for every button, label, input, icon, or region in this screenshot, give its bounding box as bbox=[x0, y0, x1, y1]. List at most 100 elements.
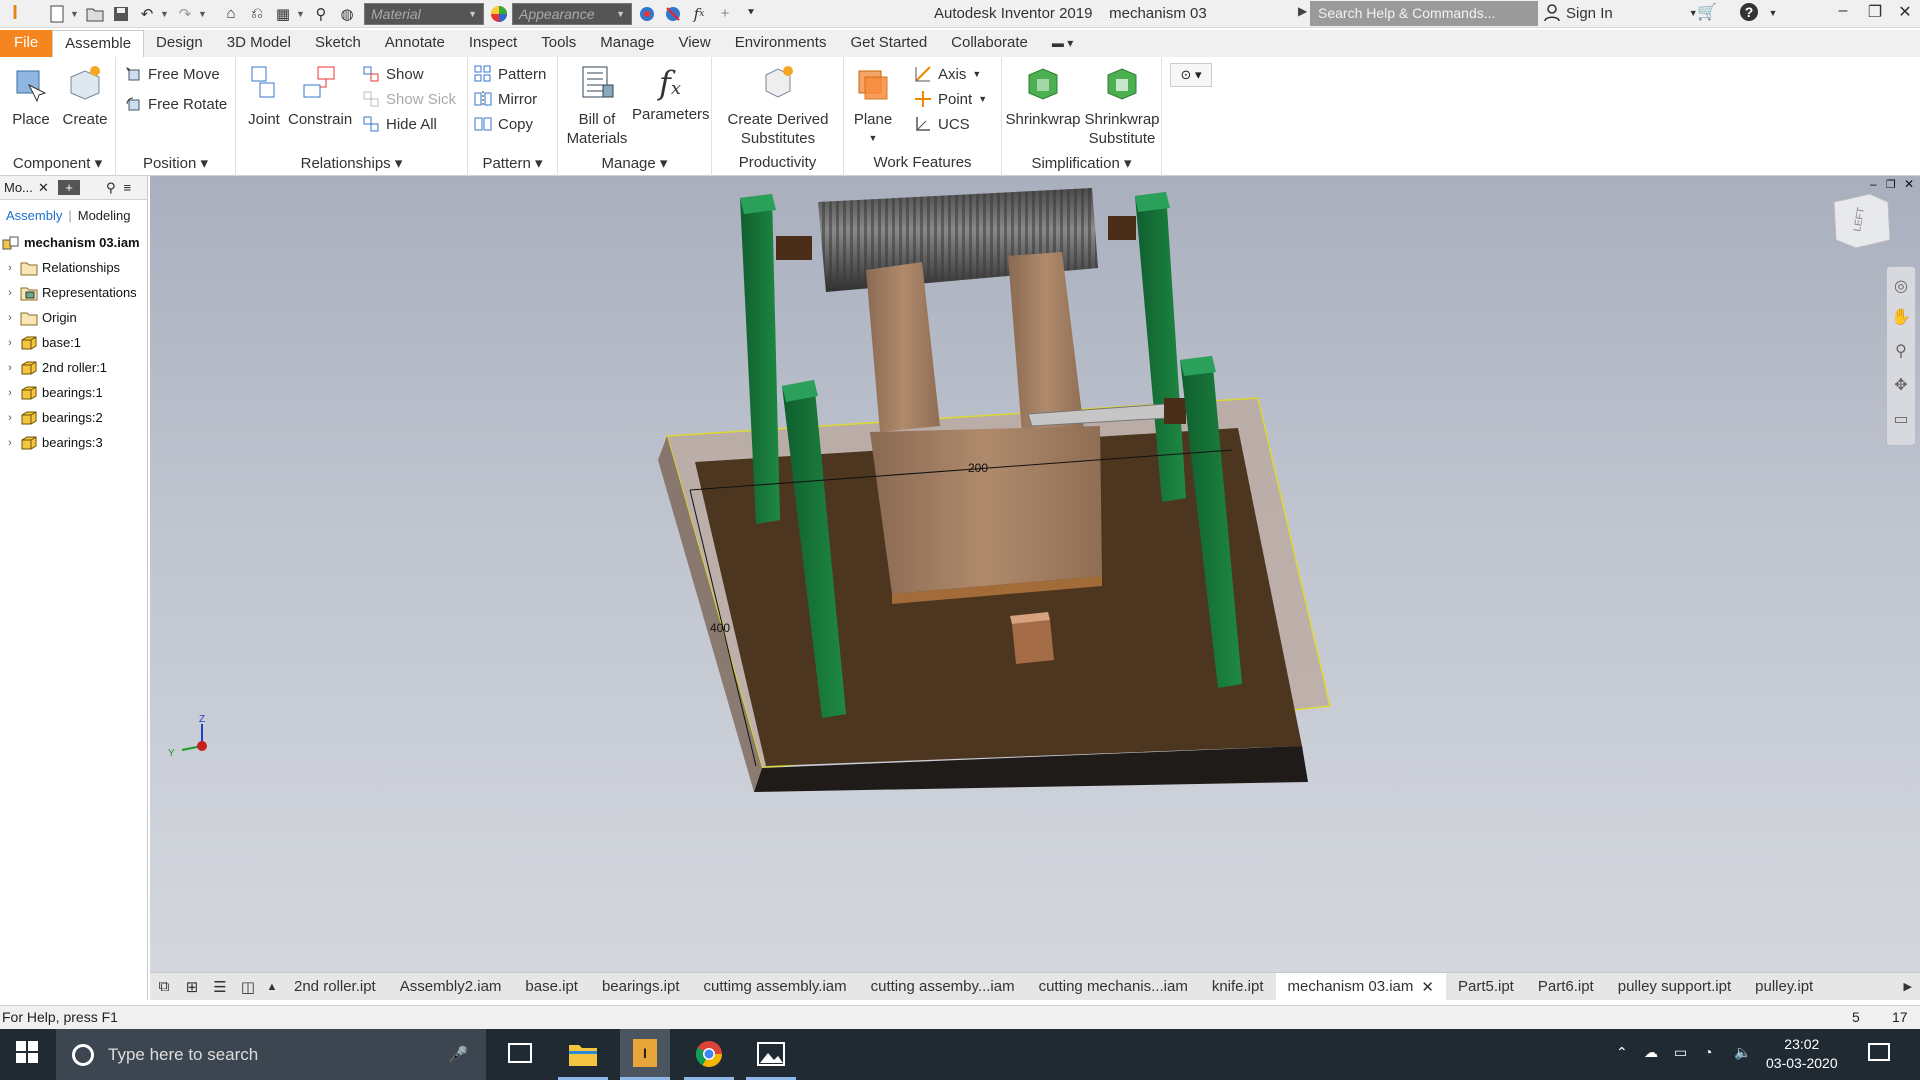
tree-item-origin[interactable]: › Origin bbox=[0, 305, 147, 330]
ribbon-display-toggle-icon[interactable]: ▬ ▾ bbox=[1040, 30, 1085, 57]
tile-icon[interactable]: ⊞ bbox=[178, 978, 206, 996]
bill-of-materials-button[interactable]: Bill of Materials bbox=[562, 63, 632, 148]
expand-icon[interactable]: › bbox=[4, 412, 16, 424]
tab-annotate[interactable]: Annotate bbox=[373, 30, 457, 57]
doc-tab[interactable]: pulley.ipt bbox=[1743, 973, 1825, 1001]
expand-icon[interactable]: › bbox=[4, 337, 16, 349]
tree-root[interactable]: mechanism 03.iam bbox=[0, 230, 147, 255]
task-view-icon[interactable] bbox=[508, 1043, 532, 1063]
file-explorer-icon[interactable] bbox=[558, 1029, 608, 1080]
minimize-icon[interactable]: – bbox=[1828, 2, 1858, 20]
tile-vertical-icon[interactable]: ◫ bbox=[234, 978, 262, 996]
chrome-icon[interactable] bbox=[684, 1029, 734, 1080]
tab-file[interactable]: File bbox=[0, 30, 53, 57]
inventor-logo-icon[interactable]: I bbox=[4, 2, 26, 24]
viewport-close-icon[interactable]: ✕ bbox=[1904, 177, 1914, 191]
create-button[interactable]: Create bbox=[60, 63, 110, 129]
start-icon[interactable] bbox=[16, 1041, 38, 1066]
color-icon[interactable] bbox=[488, 4, 510, 24]
bearing-left[interactable] bbox=[776, 236, 812, 260]
tab-collaborate[interactable]: Collaborate bbox=[939, 30, 1040, 57]
doc-tab[interactable]: bearings.ipt bbox=[590, 973, 692, 1001]
model-canvas[interactable]: 200 400 Z Y LEFT – ❐ ✕ bbox=[150, 176, 1920, 972]
show-sick-button[interactable]: Show Sick bbox=[362, 87, 456, 111]
tab-design[interactable]: Design bbox=[144, 30, 215, 57]
graphics-viewport[interactable]: 200 400 Z Y LEFT – ❐ ✕ ◎ ✋ ⚲ ✥ ▭ bbox=[150, 176, 1920, 972]
doc-tab[interactable]: 2nd roller.ipt bbox=[282, 973, 388, 1001]
joint-button[interactable]: Joint bbox=[242, 63, 286, 129]
wifi-icon[interactable]: ◔ bbox=[1704, 1044, 1712, 1060]
doc-tab[interactable]: cutting assemby...iam bbox=[859, 973, 1027, 1001]
tree-item-representations[interactable]: › Representations bbox=[0, 280, 147, 305]
expand-icon[interactable]: › bbox=[4, 312, 16, 324]
tab-view[interactable]: View bbox=[666, 30, 722, 57]
shrinkwrap-button[interactable]: Shrinkwrap bbox=[1004, 63, 1082, 129]
constrain-button[interactable]: Constrain bbox=[288, 63, 352, 129]
orbit-icon[interactable]: ✥ bbox=[1887, 369, 1915, 403]
shrinkwrap-substitute-button[interactable]: Shrinkwrap Substitute bbox=[1082, 63, 1162, 148]
viewport-restore-icon[interactable]: ❐ bbox=[1886, 179, 1896, 191]
axis-button[interactable]: Axis ▼ bbox=[914, 62, 981, 86]
taskbar-search[interactable]: Type here to search 🎤 bbox=[56, 1029, 486, 1080]
expand-icon[interactable]: › bbox=[4, 287, 16, 299]
update-icon[interactable]: ◍ bbox=[336, 4, 358, 24]
relationships-panel-title[interactable]: Relationships ▾ bbox=[236, 154, 467, 176]
tree-item-bearings-3[interactable]: › bearings:3 bbox=[0, 430, 147, 455]
tab-manage[interactable]: Manage bbox=[588, 30, 666, 57]
customize-icon[interactable]: ⯆ bbox=[740, 4, 762, 24]
restore-icon[interactable]: ❐ bbox=[1860, 2, 1890, 22]
tab-get-started[interactable]: Get Started bbox=[838, 30, 939, 57]
volume-icon[interactable]: 🔈 bbox=[1734, 1044, 1751, 1061]
show-button[interactable]: Show bbox=[362, 62, 424, 86]
save-icon[interactable] bbox=[110, 4, 132, 24]
cascade-icon[interactable]: ⧉ bbox=[150, 978, 178, 995]
pattern-panel-title[interactable]: Pattern ▾ bbox=[468, 154, 557, 176]
fx-icon[interactable]: fx bbox=[688, 4, 710, 24]
pattern-button[interactable]: Pattern bbox=[474, 62, 546, 86]
browser-search-icon[interactable]: ⚲ bbox=[106, 180, 116, 196]
sign-in-button[interactable]: Sign In ▼ bbox=[1544, 4, 1698, 22]
browser-tab-modeling[interactable]: Modeling bbox=[78, 208, 131, 223]
battery-icon[interactable]: ▭ bbox=[1674, 1044, 1687, 1061]
manage-panel-title[interactable]: Manage ▾ bbox=[558, 154, 711, 176]
tab-inspect[interactable]: Inspect bbox=[457, 30, 529, 57]
tabs-scroll-right-icon[interactable]: ▶ bbox=[1904, 980, 1920, 993]
home-icon[interactable]: ⌂ bbox=[220, 4, 242, 24]
tree-item-bearings-2[interactable]: › bearings:2 bbox=[0, 405, 147, 430]
undo-icon[interactable]: ↶ bbox=[136, 4, 158, 24]
show-hidden-icons[interactable]: ⌃ bbox=[1616, 1044, 1628, 1061]
browser-close-icon[interactable]: ✕ bbox=[38, 180, 54, 196]
doc-tab[interactable]: knife.ipt bbox=[1200, 973, 1276, 1001]
photos-icon[interactable] bbox=[746, 1029, 796, 1080]
simplification-panel-title[interactable]: Simplification ▾ bbox=[1002, 154, 1161, 176]
clock[interactable]: 23:02 03-03-2020 bbox=[1766, 1035, 1838, 1073]
adjust-appearance-icon[interactable] bbox=[636, 4, 658, 24]
pan-icon[interactable]: ✋ bbox=[1887, 301, 1915, 335]
expand-icon[interactable]: › bbox=[4, 387, 16, 399]
doc-tab-close-icon[interactable]: ✕ bbox=[1421, 978, 1434, 996]
appearance-select[interactable]: Appearance ▼ bbox=[512, 2, 632, 25]
free-rotate-button[interactable]: Free Rotate bbox=[124, 92, 227, 116]
roller[interactable] bbox=[776, 188, 1136, 292]
parameters-button[interactable]: fx Parameters bbox=[632, 63, 710, 124]
expand-icon[interactable]: › bbox=[4, 362, 16, 374]
open-icon[interactable] bbox=[84, 4, 106, 24]
tree-item-relationships[interactable]: › Relationships bbox=[0, 255, 147, 280]
doc-tab[interactable]: Part6.ipt bbox=[1526, 973, 1606, 1001]
redo-dropdown-icon[interactable]: ▼ bbox=[198, 9, 208, 19]
tab-3d-model[interactable]: 3D Model bbox=[215, 30, 303, 57]
cart-icon[interactable]: 🛒 bbox=[1692, 2, 1722, 22]
hide-all-button[interactable]: Hide All bbox=[362, 112, 437, 136]
browser-tab-assembly[interactable]: Assembly bbox=[6, 208, 62, 223]
expand-icon[interactable]: › bbox=[4, 262, 16, 274]
inventor-taskbar-icon[interactable]: I bbox=[620, 1029, 670, 1080]
create-derived-substitutes-button[interactable]: Create Derived Substitutes bbox=[716, 63, 840, 148]
view-cube[interactable]: LEFT bbox=[1833, 193, 1891, 249]
plane-dropdown-icon[interactable]: ▼ bbox=[848, 129, 898, 148]
tab-tools[interactable]: Tools bbox=[529, 30, 588, 57]
doc-tab[interactable]: Part5.ipt bbox=[1446, 973, 1526, 1001]
doc-tab[interactable]: base.ipt bbox=[513, 973, 590, 1001]
bearing-right[interactable] bbox=[1108, 216, 1136, 240]
place-button[interactable]: Place bbox=[6, 63, 56, 129]
component-panel-title[interactable]: Component ▾ bbox=[0, 154, 115, 176]
